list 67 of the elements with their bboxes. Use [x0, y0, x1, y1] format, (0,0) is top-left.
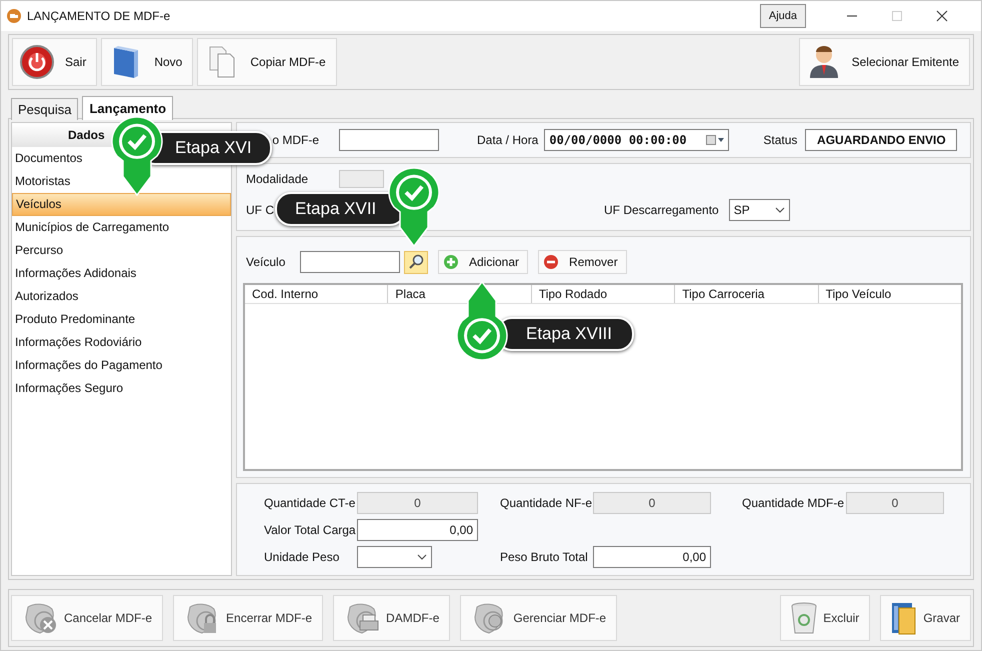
- vehicle-field[interactable]: [300, 251, 400, 273]
- toolbar-button[interactable]: Selecionar Emitente: [798, 38, 970, 86]
- help-button[interactable]: Ajuda: [760, 4, 806, 28]
- date-time-field[interactable]: 00/00/0000 00:00:00: [544, 129, 730, 151]
- modality-field[interactable]: [339, 170, 384, 188]
- sidebar-item[interactable]: Motoristas: [12, 170, 72, 193]
- remove-button[interactable]: Remover: [538, 250, 627, 274]
- plus-icon: [443, 254, 459, 270]
- field-label: UF Descarregamento: [604, 203, 719, 217]
- add-button[interactable]: Adicionar: [438, 250, 528, 274]
- field-label: o MDF-e: [272, 133, 319, 147]
- sidebar-item[interactable]: Informações Rodoviário: [12, 331, 144, 354]
- toolbar-button[interactable]: Copiar MDF-e: [197, 38, 337, 86]
- field-label: Quantidade MDF-e: [742, 496, 844, 510]
- tab[interactable]: Lançamento: [82, 96, 174, 120]
- sidebar-title: Dados: [68, 128, 105, 142]
- column-header[interactable]: Tipo Carroceria: [675, 285, 819, 303]
- column-header[interactable]: Tipo Veículo: [818, 285, 962, 303]
- field-label: Data / Hora: [477, 133, 538, 147]
- field-label: Status: [763, 133, 798, 147]
- readonly-field: 0: [357, 492, 478, 514]
- window-title: LANÇAMENTO DE MDF-e: [27, 9, 170, 23]
- column-header[interactable]: Cod. Interno: [245, 285, 388, 303]
- toolbar-button[interactable]: Cancelar MDF-e: [11, 595, 164, 641]
- column-header[interactable]: Tipo Rodado: [532, 285, 676, 303]
- calendar-icon: [706, 135, 724, 145]
- input-field[interactable]: 0,00: [357, 519, 478, 541]
- status-field: AGUARDANDO ENVIO: [805, 129, 958, 151]
- search-button[interactable]: [404, 250, 428, 274]
- toolbar-button[interactable]: Excluir: [780, 595, 870, 641]
- field-label: UF C: [246, 203, 274, 217]
- sidebar-item[interactable]: Informações Adidonais: [12, 262, 138, 285]
- toolbar-button[interactable]: Gerenciar MDF-e: [460, 595, 618, 641]
- sidebar-item[interactable]: Veículos: [12, 193, 231, 216]
- input-field[interactable]: 0,00: [593, 546, 711, 568]
- toolbar-button[interactable]: Sair: [12, 38, 98, 86]
- readonly-field: 0: [593, 492, 711, 514]
- field-label: Peso Bruto Total: [500, 550, 588, 564]
- number-field[interactable]: [339, 129, 439, 151]
- unloading-state-select[interactable]: SP: [728, 199, 790, 221]
- field-label: Quantidade NF-e: [500, 496, 592, 510]
- trash-icon: [789, 600, 820, 636]
- sidebar-item[interactable]: Autorizados: [12, 285, 80, 308]
- close-icon[interactable]: [936, 10, 948, 22]
- field-label: Quantidade CT-e: [264, 496, 356, 510]
- readonly-field: 0: [846, 492, 944, 514]
- sidebar-item[interactable]: Documentos: [12, 147, 84, 170]
- toolbar-button[interactable]: DAMDF-e: [333, 595, 450, 641]
- chevron-icon: [774, 207, 785, 213]
- field-label: Unidade Peso: [264, 550, 340, 564]
- minus-icon: [543, 254, 560, 270]
- sidebar-item[interactable]: Percurso: [12, 239, 66, 262]
- power-icon: [19, 44, 55, 80]
- sidebar-item[interactable]: Produto Predominante: [12, 308, 138, 331]
- search-icon: [408, 254, 424, 270]
- field-label: Modalidade: [246, 172, 310, 186]
- toolbar-button[interactable]: Gravar: [880, 595, 971, 641]
- unit-select[interactable]: [357, 546, 432, 568]
- tab[interactable]: Pesquisa: [11, 98, 78, 120]
- sidebar-item[interactable]: Informações do Pagamento: [12, 354, 164, 377]
- toolbar-button[interactable]: Encerrar MDF-e: [173, 595, 324, 641]
- field-label: Valor Total Carga: [264, 523, 356, 537]
- field-label: Veículo: [246, 255, 286, 269]
- sidebar-item[interactable]: Informações Seguro: [12, 377, 126, 400]
- toolbar-button[interactable]: Novo: [101, 38, 194, 86]
- sidebar-item[interactable]: Municípios de Carregamento: [12, 216, 172, 239]
- chevron-icon: [417, 554, 427, 560]
